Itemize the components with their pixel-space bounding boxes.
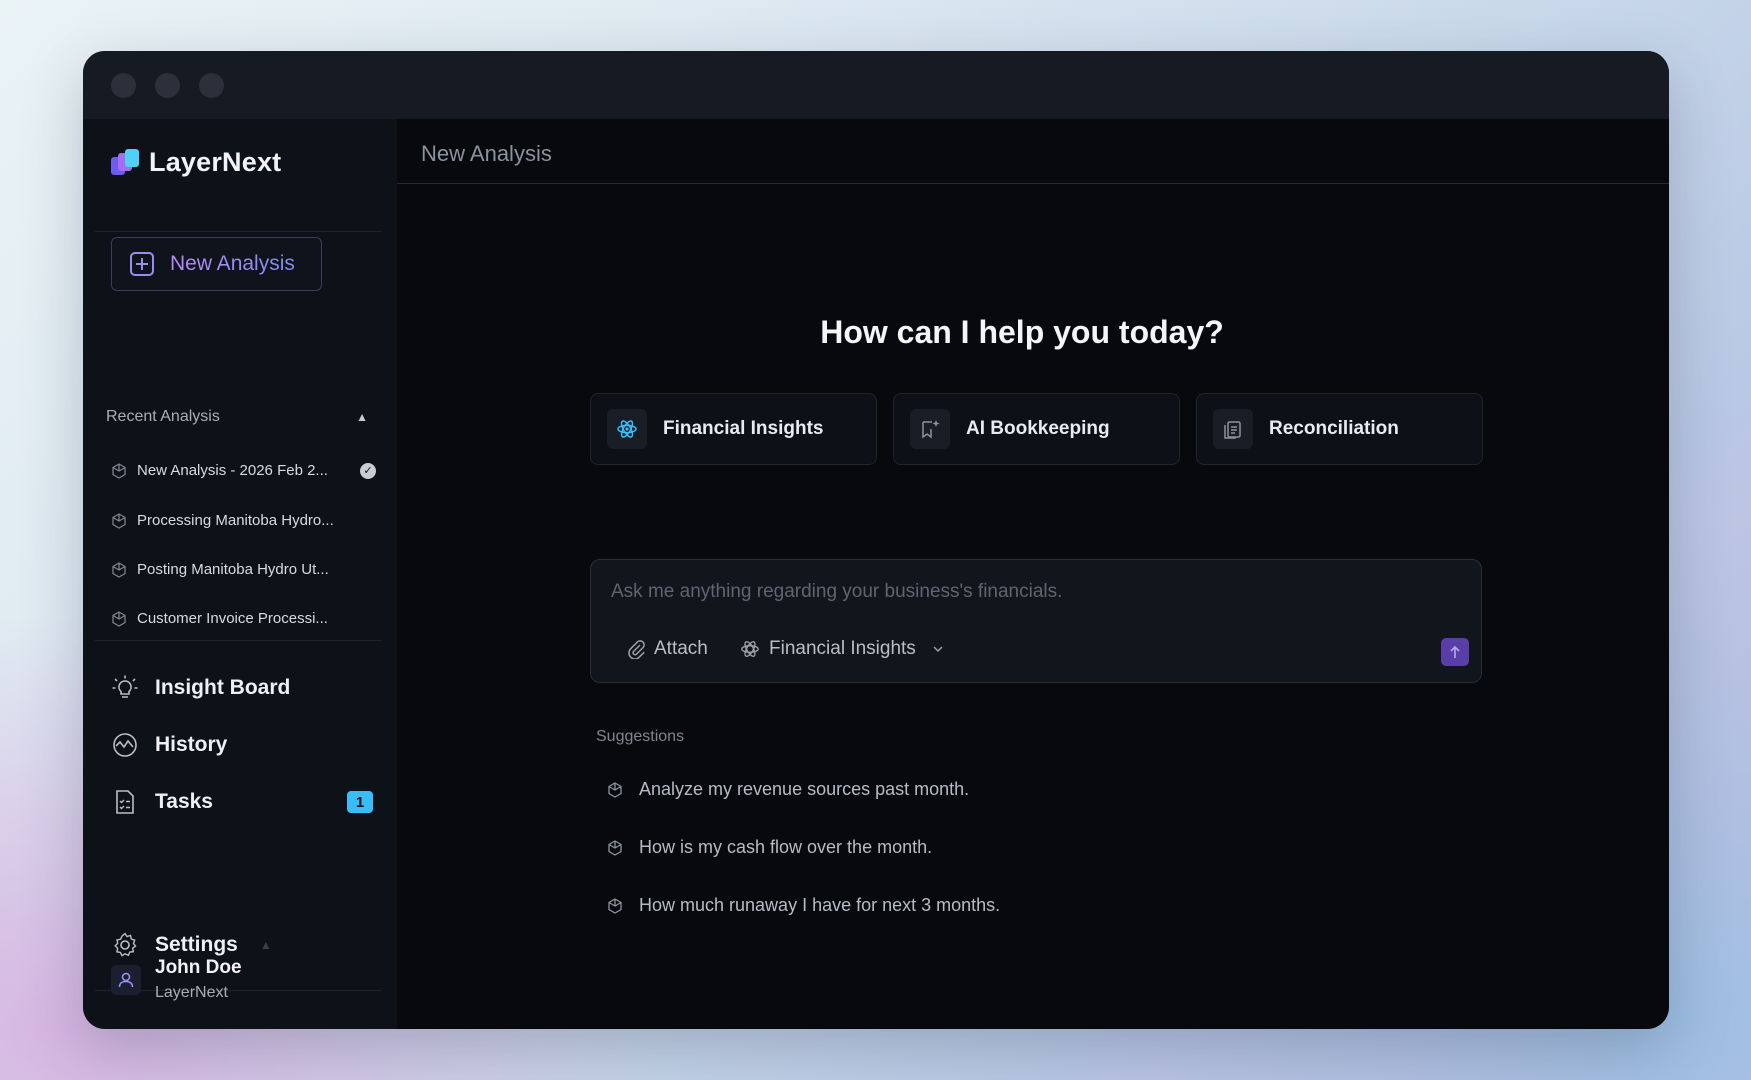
hero-heading: How can I help you today?	[820, 314, 1224, 350]
sidebar-divider	[95, 640, 381, 641]
atom-icon	[741, 641, 759, 657]
lightbulb-icon	[112, 675, 138, 698]
sidebar-item-label: Insight Board	[155, 676, 291, 699]
cube-icon	[112, 610, 126, 627]
card-label: AI Bookkeeping	[966, 418, 1110, 439]
cube-icon	[608, 781, 622, 798]
mode-cards: Financial Insights AI Bookkeeping Reconc…	[590, 393, 1483, 465]
main-panel: New Analysis How can I help you today? F…	[397, 119, 1669, 1029]
cube-icon	[112, 462, 126, 479]
sidebar-item-history[interactable]: History	[111, 731, 373, 759]
mode-selector[interactable]: Financial Insights	[740, 638, 945, 660]
suggestion-text: Analyze my revenue sources past month.	[639, 779, 970, 799]
sidebar-item-label: History	[155, 733, 228, 756]
send-button[interactable]	[1441, 638, 1469, 666]
sidebar-item-label: Tasks	[155, 790, 213, 813]
app-window: LayerNext New Analysis Recent Analysis ▲…	[83, 51, 1669, 1029]
sidebar-divider	[95, 231, 381, 232]
sidebar-item-insight-board[interactable]: Insight Board	[111, 674, 373, 702]
window-close-button[interactable]	[111, 72, 136, 98]
caret-up-icon[interactable]: ▲	[260, 938, 272, 952]
sidebar: LayerNext New Analysis Recent Analysis ▲…	[83, 119, 397, 1029]
reconciliation-card[interactable]: Reconciliation	[1196, 393, 1483, 465]
cube-icon	[608, 897, 622, 914]
history-icon	[113, 733, 137, 757]
gear-icon	[114, 932, 137, 957]
mode-label: Financial Insights	[769, 638, 916, 659]
cube-icon	[112, 561, 126, 578]
document-stack-icon	[1213, 409, 1253, 449]
sidebar-item-label: Settings	[155, 933, 238, 956]
recent-item[interactable]: Processing Manitoba Hydro...	[111, 512, 376, 529]
brand[interactable]: LayerNext	[111, 147, 281, 178]
window-minimize-button[interactable]	[155, 72, 180, 98]
user-org: LayerNext	[155, 984, 228, 1001]
tasks-count-badge: 1	[347, 791, 373, 813]
window-maximize-button[interactable]	[199, 72, 224, 98]
cube-icon	[608, 839, 622, 856]
recent-item-label: New Analysis - 2026 Feb 2...	[137, 462, 328, 479]
new-analysis-button[interactable]: New Analysis	[111, 237, 322, 291]
recent-item[interactable]: Posting Manitoba Hydro Ut...	[111, 561, 376, 578]
chat-input[interactable]	[611, 578, 1451, 606]
recent-analysis-title: Recent Analysis	[106, 408, 220, 425]
suggestion-item[interactable]: How much runaway I have for next 3 month…	[607, 895, 1000, 916]
suggestions-title: Suggestions	[596, 728, 685, 745]
sidebar-item-settings[interactable]: Settings ▲	[111, 931, 373, 959]
chevron-up-icon[interactable]: ▲	[356, 410, 368, 424]
cube-icon	[112, 512, 126, 529]
user-avatar-icon	[111, 964, 141, 995]
title-bar	[83, 51, 1669, 119]
suggestion-text: How much runaway I have for next 3 month…	[639, 895, 1001, 915]
user-profile[interactable]: John Doe LayerNext	[111, 957, 242, 1002]
attach-button[interactable]: Attach	[627, 638, 708, 660]
financial-insights-card[interactable]: Financial Insights	[590, 393, 877, 465]
recent-item-label: Customer Invoice Processi...	[137, 610, 328, 627]
brand-name: LayerNext	[149, 147, 282, 177]
recent-item-label: Processing Manitoba Hydro...	[137, 512, 334, 529]
recent-item-label: Posting Manitoba Hydro Ut...	[137, 561, 329, 578]
recent-analysis-header[interactable]: Recent Analysis ▲	[106, 408, 368, 426]
suggestion-item[interactable]: Analyze my revenue sources past month.	[607, 779, 969, 800]
paperclip-icon	[628, 640, 645, 659]
attach-label: Attach	[654, 638, 708, 659]
card-label: Financial Insights	[663, 418, 824, 439]
check-circle-icon: ✓	[360, 462, 376, 479]
suggestion-item[interactable]: How is my cash flow over the month.	[607, 837, 932, 858]
sidebar-item-tasks[interactable]: Tasks 1	[111, 788, 373, 816]
recent-item[interactable]: Customer Invoice Processi...	[111, 610, 376, 627]
chevron-down-icon	[933, 646, 943, 653]
card-label: Reconciliation	[1269, 418, 1399, 439]
bookkeeping-icon	[910, 409, 950, 449]
user-name: John Doe	[155, 957, 242, 978]
suggestion-text: How is my cash flow over the month.	[639, 837, 933, 857]
main-header: New Analysis	[397, 119, 1669, 184]
recent-item[interactable]: New Analysis - 2026 Feb 2... ✓	[111, 462, 376, 479]
chat-composer: Attach Financial Insights	[590, 559, 1482, 683]
new-analysis-label: New Analysis	[170, 252, 295, 275]
page-title: New Analysis	[421, 141, 552, 166]
layernext-logo-icon	[111, 148, 141, 177]
task-list-icon	[116, 790, 134, 814]
atom-icon	[607, 409, 647, 449]
plus-square-icon	[130, 252, 154, 276]
ai-bookkeeping-card[interactable]: AI Bookkeeping	[893, 393, 1180, 465]
arrow-up-icon	[1450, 645, 1460, 658]
